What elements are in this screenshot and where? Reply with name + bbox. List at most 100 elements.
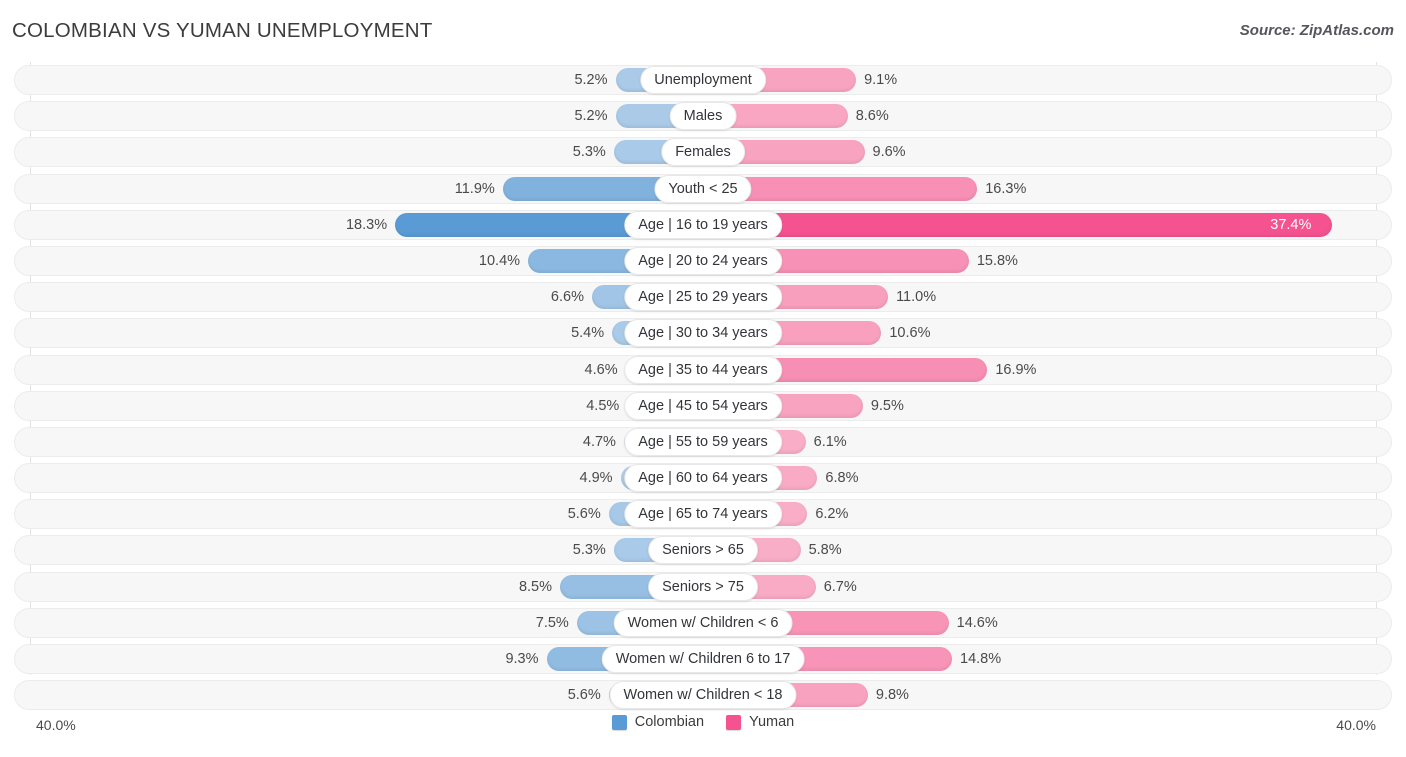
value-label-colombian: 4.9% bbox=[580, 470, 613, 486]
row-bars: 4.7% 6.1% Age | 55 to 59 years bbox=[0, 427, 1406, 457]
chart-row: 11.9% 16.3% Youth < 25 bbox=[0, 171, 1406, 207]
value-label-colombian: 5.2% bbox=[574, 72, 607, 88]
row-bars: 11.9% 16.3% Youth < 25 bbox=[0, 174, 1406, 204]
category-label[interactable]: Age | 20 to 24 years bbox=[624, 247, 782, 275]
category-label[interactable]: Males bbox=[670, 102, 737, 130]
chart-row: 5.6% 6.2% Age | 65 to 74 years bbox=[0, 496, 1406, 532]
value-label-colombian: 4.5% bbox=[586, 398, 619, 414]
category-label[interactable]: Women w/ Children < 6 bbox=[614, 609, 793, 637]
chart-row: 4.9% 6.8% Age | 60 to 64 years bbox=[0, 460, 1406, 496]
legend-swatch-icon bbox=[726, 715, 741, 730]
value-label-yuman: 9.8% bbox=[876, 687, 909, 703]
chart-row: 5.3% 5.8% Seniors > 65 bbox=[0, 532, 1406, 568]
row-bars: 8.5% 6.7% Seniors > 75 bbox=[0, 572, 1406, 602]
value-label-colombian: 5.2% bbox=[574, 108, 607, 124]
chart-rows: 5.2% 9.1% Unemployment 5.2% 8.6% Males 5.3%9.6… bbox=[0, 62, 1406, 713]
row-bars: 9.3% 14.8% Women w/ Children 6 to 17 bbox=[0, 644, 1406, 674]
value-label-yuman: 6.2% bbox=[815, 506, 848, 522]
legend-label: Colombian bbox=[635, 714, 704, 730]
row-bars: 6.6% 11.0% Age | 25 to 29 years bbox=[0, 282, 1406, 312]
value-label-colombian: 5.6% bbox=[568, 506, 601, 522]
value-label-colombian: 6.6% bbox=[551, 289, 584, 305]
category-label[interactable]: Age | 35 to 44 years bbox=[624, 356, 782, 384]
value-label-colombian: 5.3% bbox=[573, 542, 606, 558]
category-label[interactable]: Age | 60 to 64 years bbox=[624, 464, 782, 492]
category-label[interactable]: Age | 65 to 74 years bbox=[624, 500, 782, 528]
value-label-yuman: 9.1% bbox=[864, 72, 897, 88]
value-label-colombian: 4.7% bbox=[583, 434, 616, 450]
chart-row: 5.2% 9.1% Unemployment bbox=[0, 62, 1406, 98]
row-bars: 5.3% 5.8% Seniors > 65 bbox=[0, 535, 1406, 565]
chart-row: 5.6% 9.8% Women w/ Children < 18 bbox=[0, 677, 1406, 713]
chart-row: 4.6%16.9%Age | 35 to 44 years bbox=[0, 352, 1406, 388]
value-label-yuman: 10.6% bbox=[889, 325, 930, 341]
row-bars: 4.9% 6.8% Age | 60 to 64 years bbox=[0, 463, 1406, 493]
value-label-colombian: 18.3% bbox=[346, 217, 387, 233]
row-bars: 5.3%9.6%Females bbox=[0, 137, 1406, 167]
value-label-yuman: 16.9% bbox=[995, 362, 1036, 378]
category-label[interactable]: Women w/ Children < 18 bbox=[610, 681, 797, 709]
category-label[interactable]: Females bbox=[661, 138, 745, 166]
row-bars: 18.3% 37.4% Age | 16 to 19 years bbox=[0, 210, 1406, 240]
value-label-yuman: 9.5% bbox=[871, 398, 904, 414]
diverging-bar-chart: 5.2% 9.1% Unemployment 5.2% 8.6% Males 5.3%9.6… bbox=[0, 62, 1406, 717]
value-label-colombian: 5.3% bbox=[573, 144, 606, 160]
category-label[interactable]: Age | 30 to 34 years bbox=[624, 319, 782, 347]
category-label[interactable]: Age | 55 to 59 years bbox=[624, 428, 782, 456]
value-label-colombian: 5.4% bbox=[571, 325, 604, 341]
chart-row: 6.6% 11.0% Age | 25 to 29 years bbox=[0, 279, 1406, 315]
value-label-yuman: 5.8% bbox=[809, 542, 842, 558]
chart-row: 4.5% 9.5% Age | 45 to 54 years bbox=[0, 388, 1406, 424]
row-bars: 5.2% 9.1% Unemployment bbox=[0, 65, 1406, 95]
value-label-yuman: 6.1% bbox=[814, 434, 847, 450]
chart-row: 5.2% 8.6% Males bbox=[0, 98, 1406, 134]
row-bars: 4.6%16.9%Age | 35 to 44 years bbox=[0, 355, 1406, 385]
chart-row: 5.3%9.6%Females bbox=[0, 134, 1406, 170]
value-label-yuman: 6.8% bbox=[825, 470, 858, 486]
category-label[interactable]: Unemployment bbox=[640, 66, 766, 94]
chart-row: 9.3% 14.8% Women w/ Children 6 to 17 bbox=[0, 641, 1406, 677]
category-label[interactable]: Seniors > 65 bbox=[648, 536, 758, 564]
category-label[interactable]: Seniors > 75 bbox=[648, 573, 758, 601]
category-label[interactable]: Age | 25 to 29 years bbox=[624, 283, 782, 311]
value-label-yuman: 14.8% bbox=[960, 651, 1001, 667]
legend-swatch-icon bbox=[612, 715, 627, 730]
value-label-yuman: 16.3% bbox=[985, 181, 1026, 197]
row-bars: 7.5% 14.6% Women w/ Children < 6 bbox=[0, 608, 1406, 638]
value-label-colombian: 7.5% bbox=[536, 615, 569, 631]
legend-label: Yuman bbox=[749, 714, 794, 730]
chart-row: 8.5% 6.7% Seniors > 75 bbox=[0, 569, 1406, 605]
row-bars: 5.6% 9.8% Women w/ Children < 18 bbox=[0, 680, 1406, 710]
category-label[interactable]: Age | 16 to 19 years bbox=[624, 211, 782, 239]
chart-row: 4.7% 6.1% Age | 55 to 59 years bbox=[0, 424, 1406, 460]
legend-item[interactable]: Colombian bbox=[612, 714, 704, 730]
value-label-yuman: 8.6% bbox=[856, 108, 889, 124]
value-label-colombian: 11.9% bbox=[455, 181, 495, 197]
row-bars: 10.4%15.8%Age | 20 to 24 years bbox=[0, 246, 1406, 276]
value-label-colombian: 5.6% bbox=[568, 687, 601, 703]
chart-legend: Colombian Yuman bbox=[0, 714, 1406, 730]
legend-item[interactable]: Yuman bbox=[726, 714, 794, 730]
chart-row: 10.4%15.8%Age | 20 to 24 years bbox=[0, 243, 1406, 279]
chart-row: 5.4% 10.6% Age | 30 to 34 years bbox=[0, 315, 1406, 351]
row-bars: 5.2% 8.6% Males bbox=[0, 101, 1406, 131]
value-label-colombian: 9.3% bbox=[505, 651, 538, 667]
value-label-yuman: 11.0% bbox=[896, 289, 936, 305]
row-bars: 5.4% 10.6% Age | 30 to 34 years bbox=[0, 318, 1406, 348]
chart-page: COLOMBIAN VS YUMAN UNEMPLOYMENT Source: … bbox=[0, 0, 1406, 757]
value-label-colombian: 10.4% bbox=[479, 253, 520, 269]
value-label-yuman: 14.6% bbox=[957, 615, 998, 631]
value-label-yuman: 6.7% bbox=[824, 579, 857, 595]
value-label-yuman: 37.4% bbox=[1270, 217, 1311, 233]
category-label[interactable]: Age | 45 to 54 years bbox=[624, 392, 782, 420]
source-attribution: Source: ZipAtlas.com bbox=[1240, 22, 1394, 39]
bar-yuman[interactable] bbox=[703, 213, 1332, 237]
category-label[interactable]: Women w/ Children 6 to 17 bbox=[602, 645, 805, 673]
row-bars: 4.5% 9.5% Age | 45 to 54 years bbox=[0, 391, 1406, 421]
category-label[interactable]: Youth < 25 bbox=[654, 175, 751, 203]
row-bars: 5.6% 6.2% Age | 65 to 74 years bbox=[0, 499, 1406, 529]
chart-row: 7.5% 14.6% Women w/ Children < 6 bbox=[0, 605, 1406, 641]
page-title: COLOMBIAN VS YUMAN UNEMPLOYMENT bbox=[12, 19, 432, 43]
chart-row: 18.3% 37.4% Age | 16 to 19 years bbox=[0, 207, 1406, 243]
value-label-colombian: 8.5% bbox=[519, 579, 552, 595]
